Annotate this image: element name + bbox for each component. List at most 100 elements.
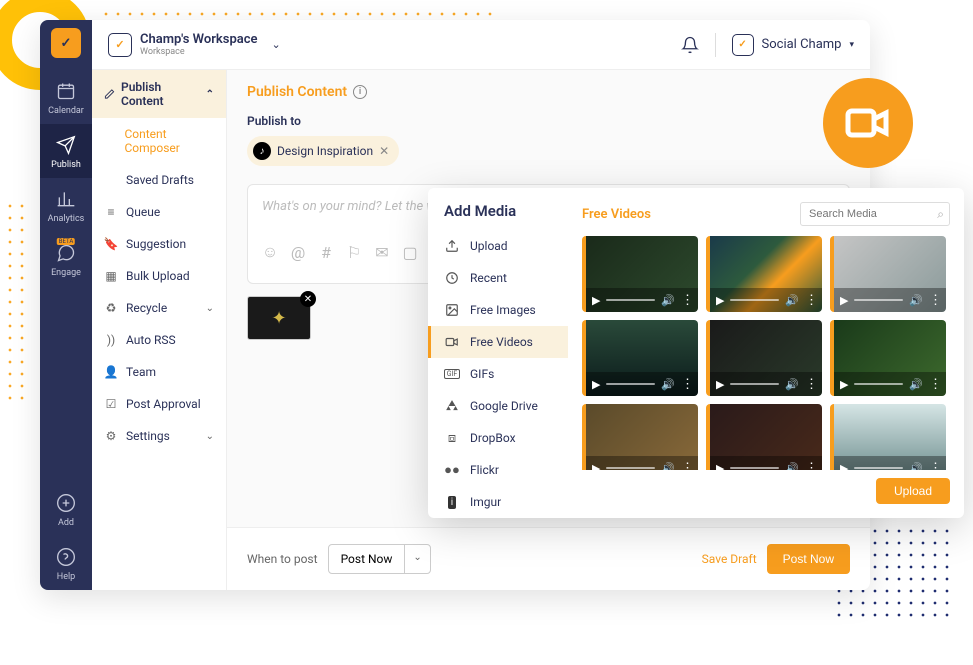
search-icon[interactable]: ⌕ [937, 207, 944, 222]
rail-help[interactable]: Help [40, 536, 92, 590]
volume-icon[interactable]: 🔊 [785, 294, 799, 307]
dropbox-icon: ⧈ [444, 430, 460, 446]
info-icon[interactable]: i [353, 85, 367, 99]
media-panel: Add Media UploadRecentFree ImagesFree Vi… [428, 188, 964, 518]
more-icon[interactable]: ⋮ [929, 293, 940, 308]
volume-icon[interactable]: 🔊 [661, 462, 675, 471]
hashtag-icon[interactable]: # [318, 244, 334, 260]
video-thumbnail[interactable]: ▶ 🔊 ⋮ [706, 236, 822, 312]
emoji-icon[interactable]: ☺ [262, 244, 278, 260]
more-icon[interactable]: ⋮ [929, 461, 940, 471]
attachment-icon[interactable]: ✉ [374, 244, 390, 260]
chat-icon [55, 242, 77, 264]
post-now-button[interactable]: Post Now [767, 544, 850, 574]
video-thumbnail[interactable]: ▶ 🔊 ⋮ [582, 404, 698, 470]
volume-icon[interactable]: 🔊 [785, 462, 799, 471]
schedule-selector[interactable]: Post Now ⌄ [328, 544, 431, 574]
video-thumbnail[interactable]: ▶ 🔊 ⋮ [582, 320, 698, 396]
more-icon[interactable]: ⋮ [681, 461, 692, 471]
video-thumbnail[interactable]: ▶ 🔊 ⋮ [582, 236, 698, 312]
volume-icon[interactable]: 🔊 [785, 378, 799, 391]
video-badge [823, 78, 913, 168]
more-icon[interactable]: ⋮ [929, 377, 940, 392]
volume-icon[interactable]: 🔊 [909, 294, 923, 307]
media-source-imgur[interactable]: iImgur [428, 486, 568, 518]
sidebar-item-content-composer[interactable]: Content Composer [92, 118, 226, 164]
plus-icon [55, 492, 77, 514]
rail-publish[interactable]: Publish [40, 124, 92, 178]
notification-bell-icon[interactable] [681, 36, 699, 54]
decoration-dots [0, 200, 32, 400]
play-icon[interactable]: ▶ [840, 378, 848, 391]
play-icon[interactable]: ▶ [716, 294, 724, 307]
play-icon[interactable]: ▶ [592, 378, 600, 391]
sidebar-item-team[interactable]: 👤Team [92, 356, 226, 388]
workspace-selector[interactable]: ✓ Champ's Workspace Workspace ⌄ [108, 32, 281, 57]
play-icon[interactable]: ▶ [716, 462, 724, 471]
upload-button[interactable]: Upload [876, 478, 950, 504]
play-icon[interactable]: ▶ [592, 462, 600, 471]
media-source-dropbox[interactable]: ⧈DropBox [428, 422, 568, 454]
account-chip[interactable]: ♪ Design Inspiration ✕ [247, 136, 399, 166]
chevron-down-icon[interactable]: ⌄ [405, 545, 429, 573]
media-source-recent[interactable]: Recent [428, 262, 568, 294]
video-thumbnail[interactable]: ▶ 🔊 ⋮ [830, 320, 946, 396]
paper-plane-icon [55, 134, 77, 156]
more-icon[interactable]: ⋮ [681, 293, 692, 308]
search-input[interactable] [800, 202, 950, 226]
media-source-google-drive[interactable]: Google Drive [428, 390, 568, 422]
play-icon[interactable]: ▶ [716, 378, 724, 391]
sidebar-item-post-approval[interactable]: ☑Post Approval [92, 388, 226, 420]
rail-engage[interactable]: Engage [40, 232, 92, 286]
sidebar-item-bulk-upload[interactable]: ▦Bulk Upload [92, 260, 226, 292]
sidebar-item-settings[interactable]: ⚙Settings⌄ [92, 420, 226, 452]
play-icon[interactable]: ▶ [840, 462, 848, 471]
publish-sidebar: Publish Content ⌃ Content ComposerSaved … [92, 70, 227, 590]
sidebar-item-recycle[interactable]: ♻Recycle⌄ [92, 292, 226, 324]
rail-calendar[interactable]: Calendar [40, 70, 92, 124]
volume-icon[interactable]: 🔊 [909, 462, 923, 471]
media-source-gifs[interactable]: GIFGIFs [428, 358, 568, 390]
chevron-up-icon: ⌃ [206, 89, 214, 100]
save-draft-button[interactable]: Save Draft [702, 552, 757, 566]
media-source-flickr[interactable]: ●●Flickr [428, 454, 568, 486]
remove-thumbnail-icon[interactable]: ✕ [300, 291, 316, 307]
more-icon[interactable]: ⋮ [805, 377, 816, 392]
remove-chip-icon[interactable]: ✕ [379, 144, 389, 158]
volume-icon[interactable]: 🔊 [661, 294, 675, 307]
sidebar-header[interactable]: Publish Content ⌃ [92, 70, 226, 118]
play-icon[interactable]: ▶ [840, 294, 848, 307]
app-logo[interactable] [51, 28, 81, 58]
user-avatar-icon: ✓ [732, 34, 754, 56]
image-icon[interactable]: ▢ [402, 244, 418, 260]
rail-analytics[interactable]: Analytics [40, 178, 92, 232]
more-icon[interactable]: ⋮ [681, 377, 692, 392]
media-thumbnail[interactable]: ✦ ✕ [247, 296, 311, 340]
calendar-icon [55, 80, 77, 102]
location-icon[interactable]: ⚐ [346, 244, 362, 260]
media-source-free-images[interactable]: Free Images [428, 294, 568, 326]
media-source-upload[interactable]: Upload [428, 230, 568, 262]
video-grid: ▶🔊⋮▶🔊⋮▶🔊⋮▶🔊⋮▶🔊⋮▶🔊⋮▶🔊⋮▶🔊⋮▶🔊⋮▶🔊⋮▶🔊⋮▶🔊⋮ [582, 236, 950, 470]
publish-to-label: Publish to [247, 114, 850, 128]
video-thumbnail[interactable]: ▶ 🔊 ⋮ [830, 236, 946, 312]
at-icon[interactable]: @ [290, 244, 306, 260]
nav-rail: CalendarPublishAnalyticsEngage AddHelp [40, 20, 92, 590]
play-icon[interactable]: ▶ [592, 294, 600, 307]
more-icon[interactable]: ⋮ [805, 293, 816, 308]
volume-icon[interactable]: 🔊 [661, 378, 675, 391]
video-thumbnail[interactable]: ▶ 🔊 ⋮ [706, 320, 822, 396]
video-thumbnail[interactable]: ▶ 🔊 ⋮ [706, 404, 822, 470]
sidebar-item-auto-rss[interactable]: ))Auto RSS [92, 324, 226, 356]
sidebar-item-queue[interactable]: ≡Queue [92, 196, 226, 228]
video-thumbnail[interactable]: ▶ 🔊 ⋮ [830, 404, 946, 470]
rail-add[interactable]: Add [40, 482, 92, 536]
pane-title: Publish Content i [247, 84, 850, 100]
media-source-free-videos[interactable]: Free Videos [428, 326, 568, 358]
sidebar-item-saved-drafts[interactable]: Saved Drafts [92, 164, 226, 196]
workspace-logo-icon: ✓ [108, 33, 132, 57]
user-menu[interactable]: ✓ Social Champ ▾ [732, 34, 854, 56]
more-icon[interactable]: ⋮ [805, 461, 816, 471]
sidebar-item-suggestion[interactable]: 🔖Suggestion [92, 228, 226, 260]
volume-icon[interactable]: 🔊 [909, 378, 923, 391]
